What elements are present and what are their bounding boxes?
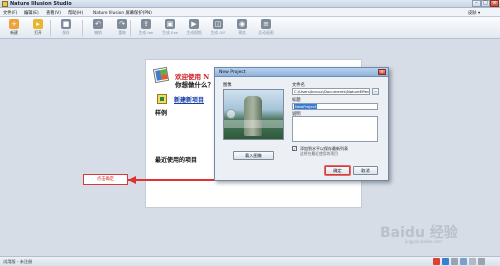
tool-label: 预览: [238, 30, 246, 35]
dialog-title: New Project: [219, 70, 246, 75]
toolbar-separator: [130, 20, 131, 36]
menu-bar: 文件(F) 编辑(E) 查看(V) 帮助(H) Nature Illusion …: [0, 8, 500, 17]
dialog-title-bar: New Project ×: [215, 68, 388, 77]
minimize-button[interactable]: –: [472, 0, 481, 7]
maximize-button[interactable]: □: [481, 0, 490, 7]
new-project-dialog: New Project × 图像 载入图像 文件名 C:\Users\bncux…: [214, 67, 389, 181]
tray-input-icon: [442, 258, 449, 265]
project-image-preview: [223, 89, 284, 140]
exe-icon: ▣: [165, 19, 175, 29]
tool-label: 生成 fan: [138, 30, 154, 35]
tray-network-icon: [478, 258, 485, 265]
title-bar: Nature Illusion Studio – □ ×: [0, 0, 500, 8]
tool-label: 生成 Exe: [162, 30, 178, 35]
annotation-arrow-head: [128, 176, 136, 184]
app-icon: [2, 1, 8, 7]
toolbar-separator: [82, 20, 83, 36]
status-text: 试用版 - 未注册: [3, 259, 33, 264]
redo-icon: ↷: [117, 19, 127, 29]
open-folder-icon: ▸: [33, 19, 43, 29]
menu-help[interactable]: 帮助(H): [68, 10, 83, 16]
menu-file[interactable]: 文件(F): [3, 10, 17, 16]
export-icon: ⇪: [141, 19, 151, 29]
cancel-button[interactable]: 取消: [353, 166, 378, 175]
add-to-list-hint: 这将在最近使用的项目: [300, 151, 338, 156]
tool-export-button[interactable]: ⇪ 生成 fan: [135, 19, 157, 37]
description-textarea[interactable]: [292, 116, 378, 142]
tray-settings-icon: [469, 258, 476, 265]
project-title-value: NewProject: [294, 104, 318, 109]
ok-button[interactable]: 确定: [325, 166, 350, 175]
tool-label: 新建: [10, 30, 18, 35]
filename-field[interactable]: C:\Users\bncux\Documents\NatureEffect.ni: [292, 88, 370, 95]
tool-animation-button[interactable]: ≡ 总动画图: [255, 19, 277, 37]
save-icon: ■: [61, 19, 71, 29]
video-icon: ▶: [189, 19, 199, 29]
tool-preview-button[interactable]: ◉ 预览: [231, 19, 253, 37]
tool-label: 打开: [34, 30, 42, 35]
welcome-logo-icon: [152, 66, 170, 84]
close-button[interactable]: ×: [490, 0, 499, 7]
toolbar: + 新建 ▸ 打开 ■ 保存 ↶ 撤销 ↷ 重做 ⇪ 生成 fan ▣ 生成 Exe ▶ 生成视频 ◫ 生成 GI…: [0, 17, 500, 39]
baidu-watermark-url: jingyan.baidu.com: [405, 239, 442, 244]
gif-icon: ◫: [213, 19, 223, 29]
browse-button[interactable]: …: [372, 88, 379, 95]
status-bar: 试用版 - 未注册: [0, 256, 500, 266]
tool-exe-button[interactable]: ▣ 生成 Exe: [159, 19, 181, 37]
toolbar-separator: [50, 20, 51, 36]
welcome-question: 你想做什么？: [175, 81, 214, 89]
menu-screensaver[interactable]: Nature Illusion 屏幕保护(PN): [93, 10, 152, 16]
new-project-link[interactable]: 新建新项目: [174, 95, 204, 104]
tool-label: 总动画图: [258, 30, 274, 35]
skin-menu[interactable]: 皮肤 ▾: [468, 10, 480, 16]
menu-view[interactable]: 查看(V): [46, 10, 61, 16]
annotation-callout: 点击确定: [83, 174, 128, 185]
tool-undo-button[interactable]: ↶ 撤销: [87, 19, 109, 37]
undo-icon: ↶: [93, 19, 103, 29]
load-image-button[interactable]: 载入图像: [233, 151, 274, 160]
recent-projects-heading: 最近使用的项目: [155, 157, 198, 164]
image-play-icon: [226, 109, 236, 119]
window-title: Nature Illusion Studio: [10, 1, 72, 7]
menu-edit[interactable]: 编辑(E): [24, 10, 39, 16]
new-file-icon: +: [9, 19, 19, 29]
add-to-list-checkbox[interactable]: ✓: [292, 146, 297, 151]
dialog-close-button[interactable]: ×: [378, 69, 386, 75]
new-project-icon: [157, 94, 167, 104]
tool-label: 保存: [62, 30, 70, 35]
tool-save-button[interactable]: ■ 保存: [55, 19, 77, 37]
tool-new-file-button[interactable]: + 新建: [3, 19, 25, 37]
project-title-field[interactable]: NewProject: [292, 103, 378, 110]
tool-video-button[interactable]: ▶ 生成视频: [183, 19, 205, 37]
tray-mic-icon: [451, 258, 458, 265]
tool-open-folder-button[interactable]: ▸ 打开: [27, 19, 49, 37]
tray-keyboard-icon: [460, 258, 467, 265]
preview-icon: ◉: [237, 19, 247, 29]
samples-heading: 样例: [155, 110, 168, 117]
tray-app-icon: [433, 258, 440, 265]
image-label: 图像: [223, 83, 232, 88]
tool-label: 撤销: [94, 30, 102, 35]
tool-label: 生成 GIF: [210, 30, 226, 35]
tool-gif-button[interactable]: ◫ 生成 GIF: [207, 19, 229, 37]
animation-icon: ≡: [261, 19, 271, 29]
tool-label: 生成视频: [186, 30, 202, 35]
